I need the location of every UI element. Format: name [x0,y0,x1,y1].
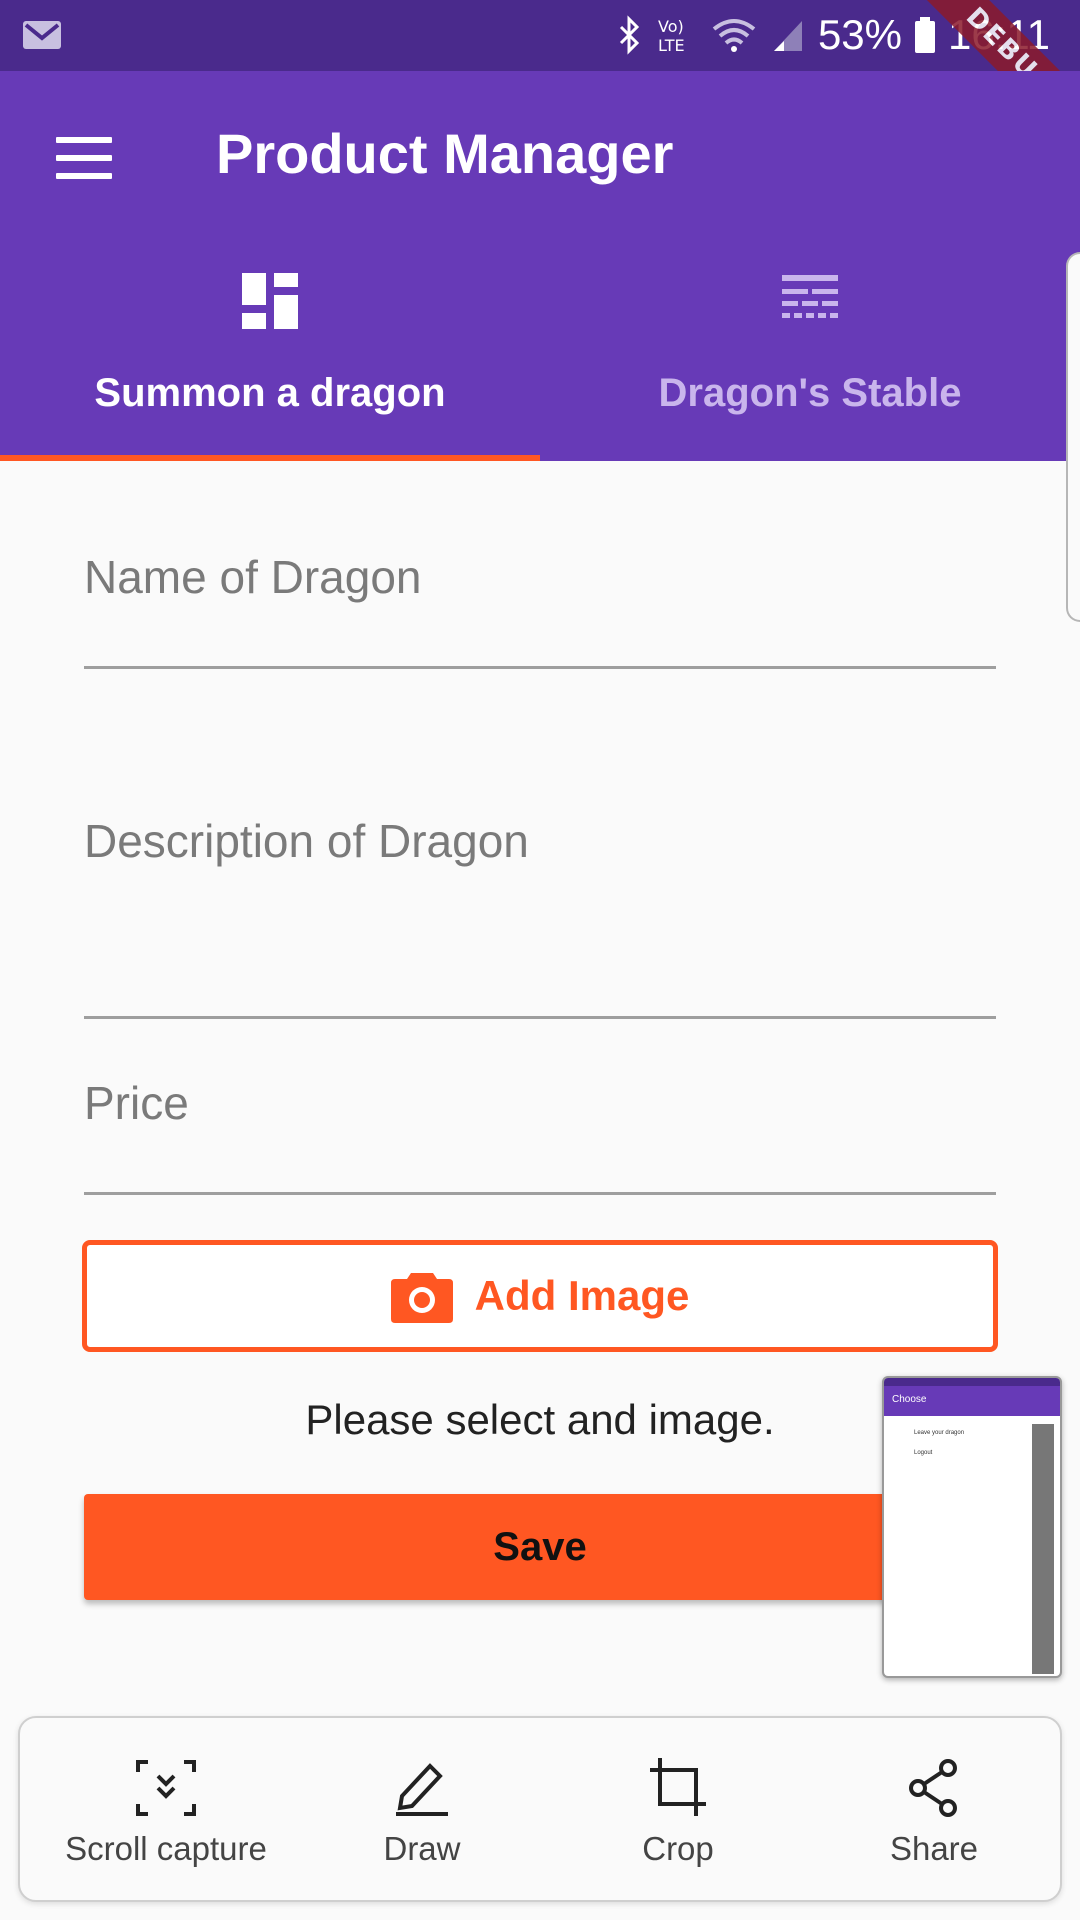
page-title: Product Manager [216,122,674,185]
scroll-capture-button[interactable]: Scroll capture [38,1718,294,1904]
add-image-label: Add Image [474,1272,690,1319]
menu-button[interactable] [56,137,112,179]
tab-summon-dragon[interactable]: Summon a dragon [0,271,540,461]
image-helper-text: Please select and image. [305,1396,775,1443]
screenshot-toolbar: Scroll capture Draw Crop Share [18,1716,1062,1902]
dashboard-icon [242,273,298,329]
thumbnail-title: Choose [884,1386,1060,1416]
pen-icon [396,1763,448,1816]
bluetooth-icon [619,15,640,55]
description-field[interactable]: Description of Dragon [84,814,996,1020]
tab-indicator [0,455,540,461]
field-underline [84,666,996,669]
battery-percentage: 53% [817,11,902,58]
volte-icon: Vo) LTE [658,17,685,55]
tab-label: Dragon's Stable [658,371,962,415]
price-field[interactable]: Price [84,1076,996,1196]
signal-icon [773,21,802,51]
crop-icon [650,1758,706,1816]
menu-icon-line [56,137,112,143]
tool-label: Draw [383,1830,461,1867]
draw-button[interactable]: Draw [294,1718,550,1904]
svg-text:Vo): Vo) [658,17,684,36]
name-field-placeholder: Name of Dragon [84,551,422,603]
save-label: Save [493,1524,587,1569]
crop-button[interactable]: Crop [550,1718,806,1904]
share-icon [909,1759,957,1817]
wifi-icon [712,19,756,52]
list-grid-icon [782,275,838,318]
tool-label: Scroll capture [65,1830,267,1867]
name-field[interactable]: Name of Dragon [84,550,996,670]
app-bar: Product Manager Summon a dragon Dragon's… [0,71,1080,461]
tool-label: Share [889,1830,979,1867]
save-button[interactable]: Save [84,1494,996,1600]
tool-label: Crop [642,1830,714,1867]
tab-dragons-stable[interactable]: Dragon's Stable [540,271,1080,461]
add-image-button[interactable]: Add Image [82,1240,998,1352]
menu-icon-line [56,155,112,161]
description-field-placeholder: Description of Dragon [84,815,529,867]
svg-text:LTE: LTE [658,36,685,55]
price-field-placeholder: Price [84,1077,189,1129]
screenshot-thumbnail[interactable]: Choose Leave your dragon Logout [882,1376,1062,1678]
menu-icon-line [56,173,112,179]
field-underline [84,1192,996,1195]
scroll-capture-icon [136,1760,196,1816]
battery-icon [915,17,935,53]
edge-panel-handle[interactable] [1066,252,1080,622]
field-underline [84,1016,996,1019]
camera-icon [390,1273,453,1323]
gmail-icon [23,21,61,49]
status-bar: Vo) LTE 53% 16:11 DEBUG [0,0,1080,160]
tab-label: Summon a dragon [94,371,446,415]
share-button[interactable]: Share [806,1718,1062,1904]
thumbnail-status-bar [884,1378,1060,1386]
thumbnail-scrollbar [1032,1424,1054,1674]
